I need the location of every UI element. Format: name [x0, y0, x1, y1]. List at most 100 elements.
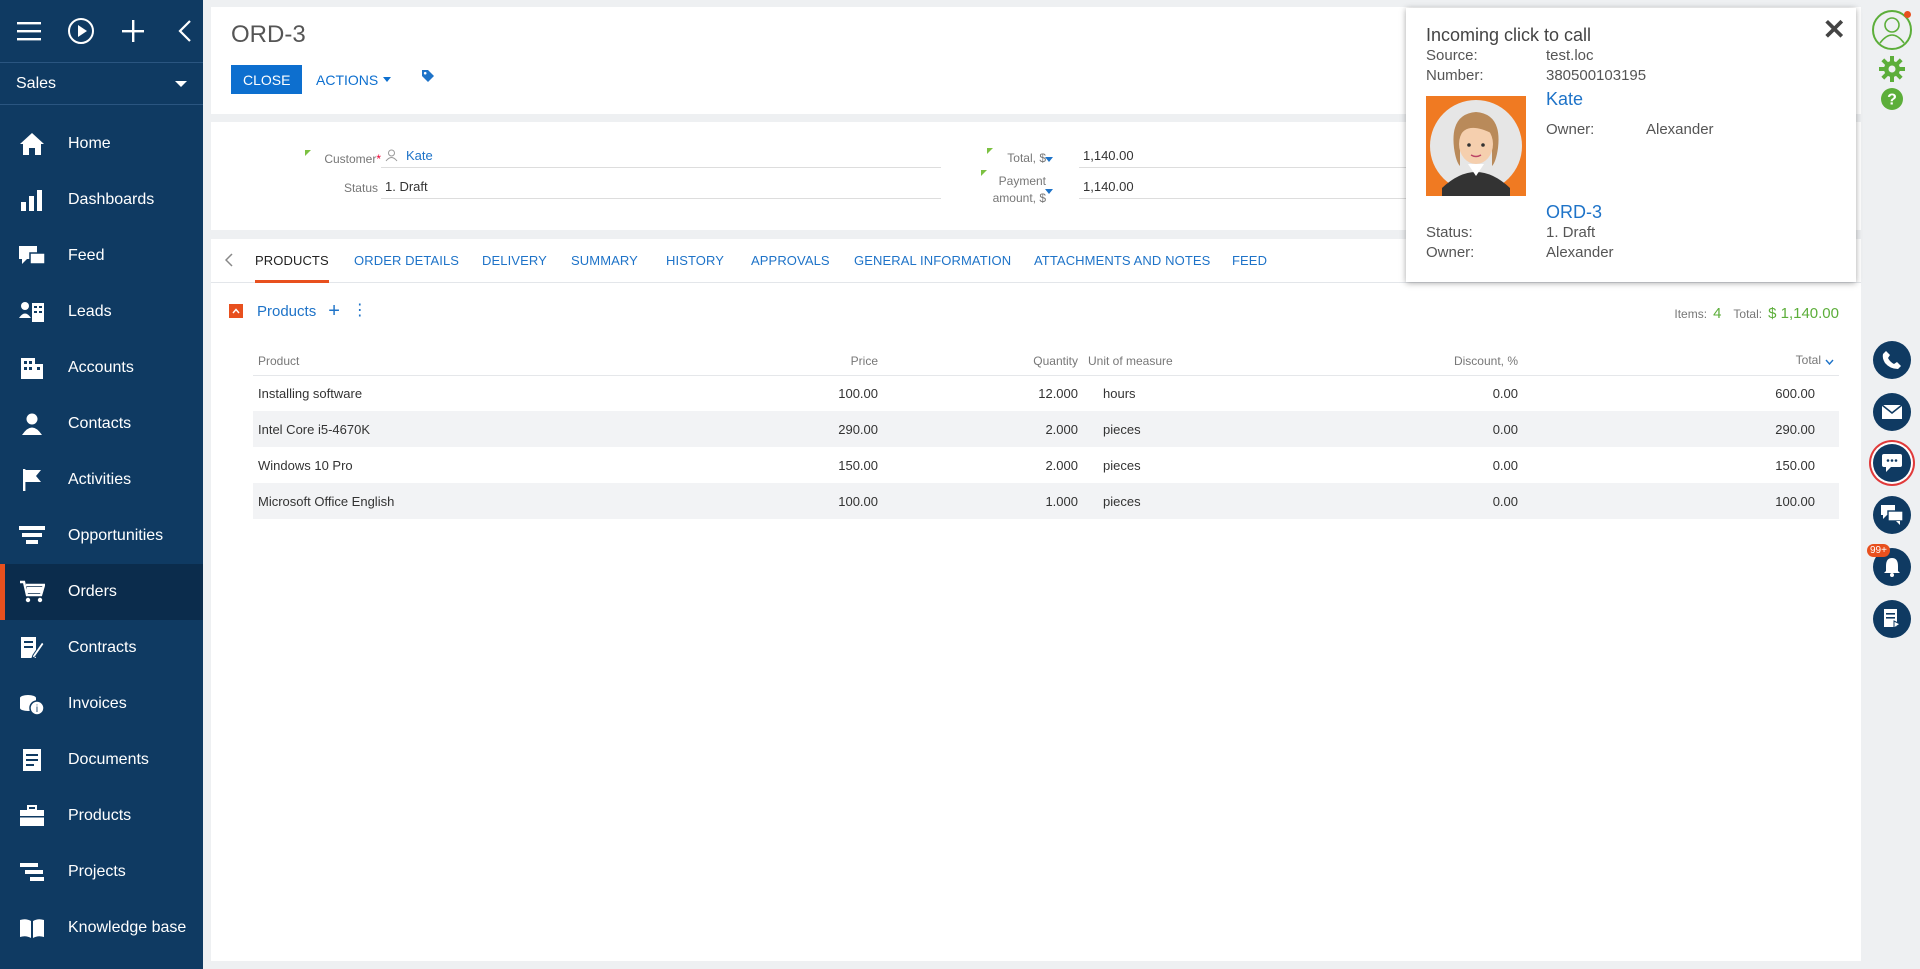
- sidebar-item-contacts[interactable]: Contacts: [0, 396, 203, 452]
- products-toolbar: Products + ⋮: [229, 301, 368, 321]
- tab-attachments-and-notes[interactable]: ATTACHMENTS AND NOTES: [1034, 239, 1210, 283]
- column-quantity[interactable]: Quantity: [883, 347, 1083, 376]
- add-icon[interactable]: [118, 16, 148, 46]
- sidebar-item-accounts[interactable]: Accounts: [0, 340, 203, 396]
- sidebar-item-label: Activities: [68, 471, 132, 488]
- sidebar-item-feed[interactable]: Feed: [0, 228, 203, 284]
- collapse-icon[interactable]: [229, 304, 243, 318]
- products-table: Product Price Quantity Unit of measure D…: [253, 347, 1839, 519]
- tab-delivery[interactable]: DELIVERY: [482, 239, 547, 283]
- tab-history[interactable]: HISTORY: [666, 239, 724, 283]
- cell-total: 600.00: [1775, 385, 1815, 401]
- sidebar-item-projects[interactable]: Projects: [0, 844, 203, 900]
- cell-discount: 0.00: [1403, 483, 1523, 519]
- cell-price: 100.00: [793, 483, 883, 519]
- cell-quantity: 1.000: [883, 483, 1083, 519]
- sidebar-item-orders[interactable]: Orders: [0, 564, 203, 620]
- close-button[interactable]: CLOSE: [231, 65, 303, 94]
- contract-icon: [18, 634, 46, 662]
- column-discount[interactable]: Discount, %: [1403, 347, 1523, 376]
- avatar: [1426, 96, 1526, 196]
- add-product-icon[interactable]: +: [328, 301, 340, 321]
- total-amount: $ 1,140.00: [1768, 305, 1839, 322]
- column-unit-of-measure[interactable]: Unit of measure: [1083, 347, 1403, 376]
- order-status-label: Status:: [1426, 224, 1473, 241]
- email-icon: [1882, 404, 1902, 419]
- chevron-down-icon[interactable]: [1045, 189, 1053, 194]
- items-count: 4: [1713, 305, 1722, 322]
- table-row[interactable]: Installing software 100.00 12.000 hours …: [253, 375, 1839, 411]
- bell-icon: [1884, 558, 1900, 577]
- actions-label: ACTIONS: [316, 71, 379, 88]
- order-owner-label: Owner:: [1426, 244, 1475, 261]
- cell-unit: pieces: [1103, 457, 1141, 473]
- sidebar-item-label: Accounts: [68, 359, 134, 376]
- cell-discount: 0.00: [1492, 385, 1518, 401]
- chat-icon: [1882, 454, 1902, 472]
- sidebar-item-products[interactable]: Products: [0, 788, 203, 844]
- cell-price: 290.00: [793, 411, 883, 447]
- messages-button[interactable]: [1873, 496, 1911, 534]
- chevron-down-icon[interactable]: [1045, 157, 1053, 162]
- source-label: Source:: [1426, 47, 1478, 64]
- phone-button[interactable]: [1873, 341, 1911, 379]
- menu-icon[interactable]: [14, 16, 44, 46]
- tag-icon[interactable]: [421, 69, 435, 86]
- table-row[interactable]: Intel Core i5-4670K 290.00 2.000 pieces …: [253, 411, 1839, 447]
- user-icon: [1879, 17, 1905, 44]
- tab-general-information[interactable]: GENERAL INFORMATION: [854, 239, 1011, 283]
- help-icon[interactable]: ?: [1880, 87, 1904, 114]
- person-icon: [385, 149, 398, 162]
- sidebar-nav: Home Dashboards Feed Leads Accounts Cont…: [0, 105, 203, 956]
- customer-field[interactable]: Kate: [381, 146, 941, 168]
- sidebar-item-label: Documents: [68, 751, 149, 768]
- column-total-label: Total: [1795, 353, 1821, 368]
- play-icon[interactable]: [66, 16, 96, 46]
- sidebar-item-dashboards[interactable]: Dashboards: [0, 172, 203, 228]
- contact-name-link[interactable]: Kate: [1546, 89, 1583, 110]
- customer-value: Kate: [406, 148, 433, 163]
- sidebar-item-leads[interactable]: Leads: [0, 284, 203, 340]
- tab-order-details[interactable]: ORDER DETAILS: [354, 239, 459, 283]
- close-icon[interactable]: ✕: [1823, 16, 1846, 44]
- gear-icon[interactable]: [1879, 56, 1905, 85]
- cell-discount: 0.00: [1403, 411, 1523, 447]
- tab-approvals[interactable]: APPROVALS: [751, 239, 830, 283]
- popup-title: Incoming click to call: [1426, 25, 1592, 45]
- sidebar-item-invoices[interactable]: i Invoices: [0, 676, 203, 732]
- workspace-selector[interactable]: Sales: [0, 63, 203, 105]
- sidebar-item-label: Feed: [68, 247, 105, 264]
- tab-summary[interactable]: SUMMARY: [571, 239, 638, 283]
- table-row[interactable]: Microsoft Office English 100.00 1.000 pi…: [253, 483, 1839, 519]
- collapse-sidebar-icon[interactable]: [170, 16, 200, 46]
- processes-button[interactable]: [1873, 600, 1911, 638]
- order-link[interactable]: ORD-3: [1546, 202, 1602, 223]
- sidebar-item-home[interactable]: Home: [0, 116, 203, 172]
- chart-icon: [18, 186, 46, 214]
- more-options-icon[interactable]: ⋮: [352, 303, 368, 319]
- payment-amount-label: Payment amount, $: [971, 173, 1046, 207]
- sidebar-item-contracts[interactable]: Contracts: [0, 620, 203, 676]
- sidebar-item-activities[interactable]: Activities: [0, 452, 203, 508]
- sidebar-item-label: Products: [68, 807, 132, 824]
- status-field[interactable]: 1. Draft: [381, 177, 941, 199]
- sidebar-item-opportunities[interactable]: Opportunities: [0, 508, 203, 564]
- table-row[interactable]: Windows 10 Pro 150.00 2.000 pieces 0.00 …: [253, 447, 1839, 483]
- sidebar-item-knowledge-base[interactable]: Knowledge base: [0, 900, 203, 956]
- coins-icon: i: [18, 690, 46, 718]
- column-product[interactable]: Product: [253, 347, 793, 376]
- notifications-button[interactable]: 99+: [1867, 544, 1911, 586]
- profile-button[interactable]: [1872, 10, 1912, 50]
- chevron-left-icon[interactable]: [224, 253, 233, 270]
- column-price[interactable]: Price: [793, 347, 883, 376]
- chat-button[interactable]: [1873, 444, 1911, 482]
- sidebar-item-documents[interactable]: Documents: [0, 732, 203, 788]
- building-icon: [18, 354, 46, 382]
- sidebar-item-label: Orders: [68, 583, 117, 600]
- actions-button[interactable]: ACTIONS: [316, 65, 392, 94]
- total-label: Total, $: [1007, 151, 1046, 165]
- tab-feed[interactable]: FEED: [1232, 239, 1267, 283]
- tab-products[interactable]: PRODUCTS: [255, 239, 329, 283]
- column-total[interactable]: Total: [1523, 347, 1839, 376]
- email-button[interactable]: [1873, 393, 1911, 431]
